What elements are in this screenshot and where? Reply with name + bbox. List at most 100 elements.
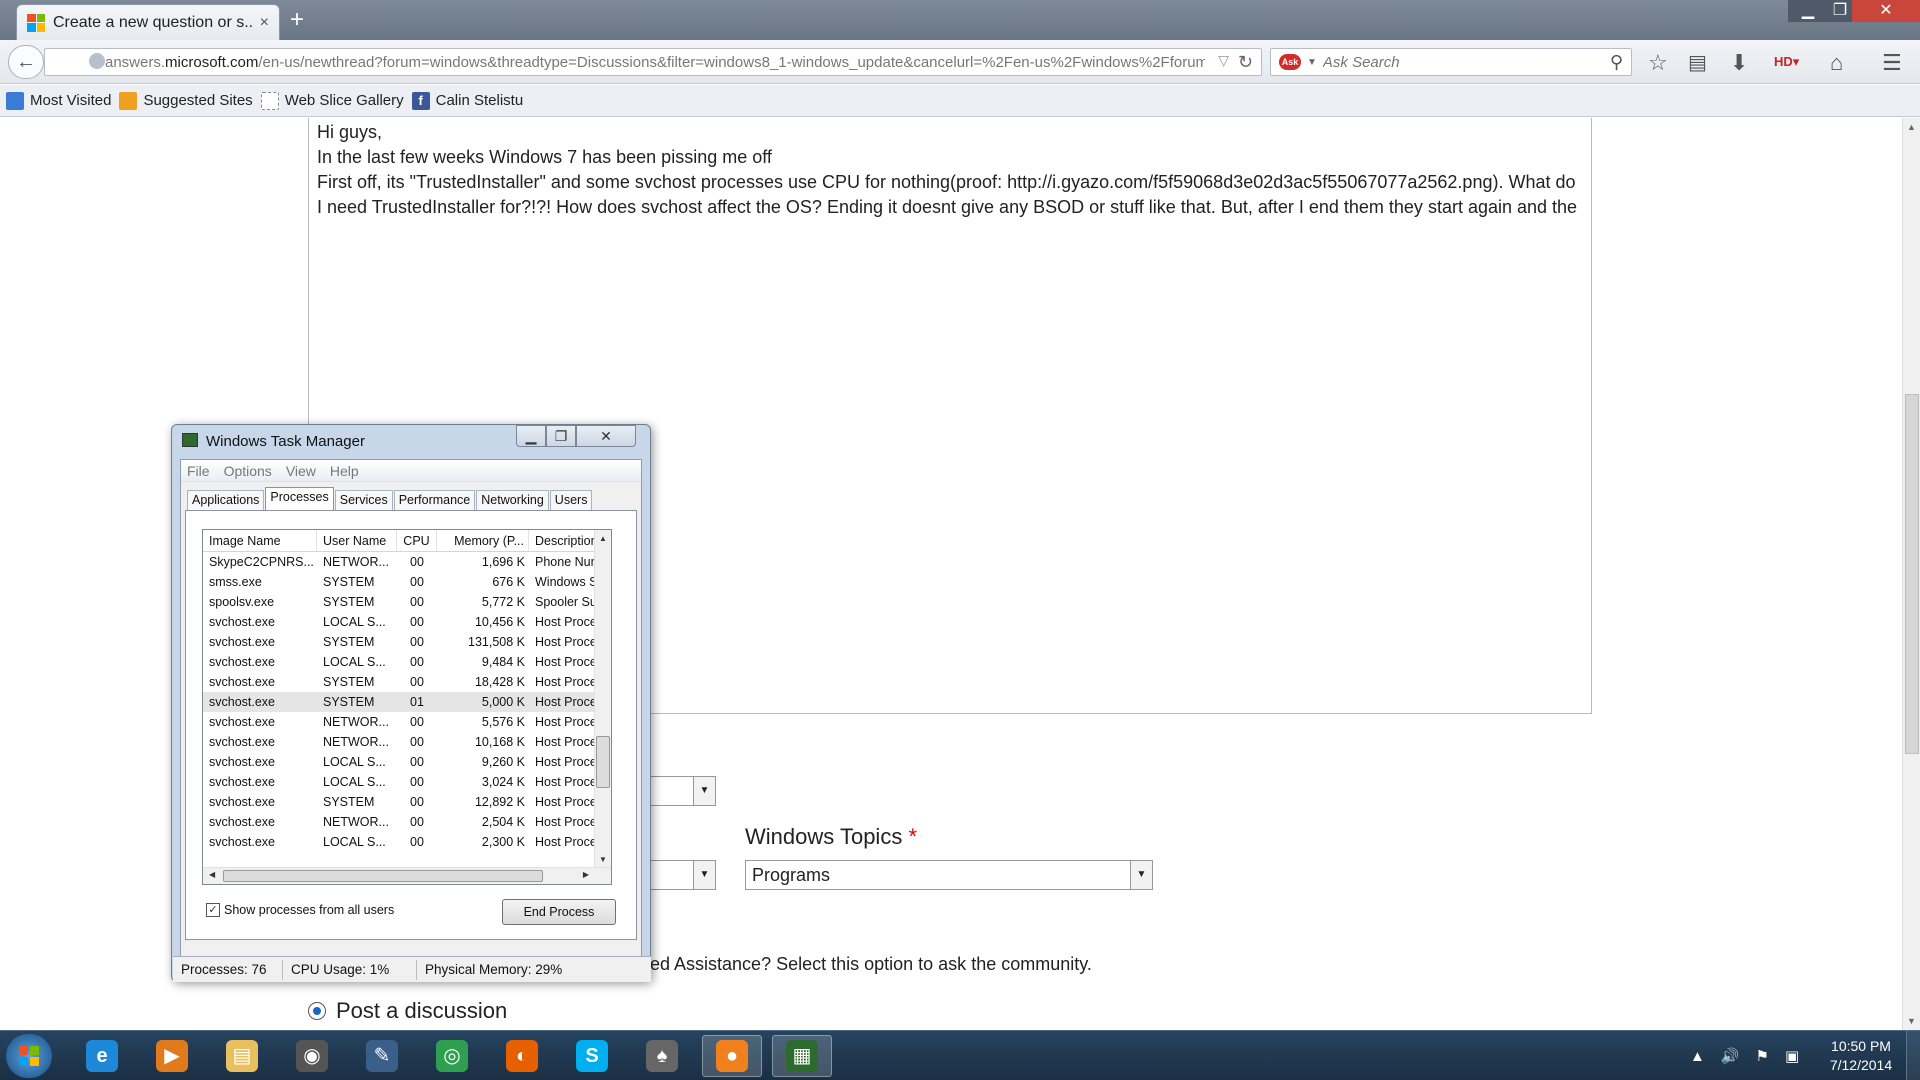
process-row[interactable]: svchost.exe LOCAL S... 00 3,024 K Host Proce — [203, 772, 611, 792]
taskbar-app-media-player[interactable]: ▶ — [142, 1035, 202, 1077]
tab-users[interactable]: Users — [549, 490, 593, 510]
bookmarks-menu-icon[interactable]: ▤ — [1688, 50, 1707, 75]
taskbar-app-notepad-app[interactable]: ✎ — [352, 1035, 412, 1077]
search-engine-dropdown-icon[interactable]: ▼ — [1307, 57, 1317, 68]
column-memory[interactable]: Memory (P... — [437, 530, 529, 551]
taskbar-app-skype[interactable]: S — [562, 1035, 622, 1077]
tm-minimize-button[interactable]: ▁ — [516, 425, 546, 447]
show-desktop-button[interactable] — [1906, 1031, 1920, 1080]
url-history-dropdown-icon[interactable]: ▽ — [1218, 52, 1229, 69]
back-button[interactable]: ← — [8, 45, 44, 79]
window-close-button[interactable]: ✕ — [1852, 0, 1920, 22]
column-image-name[interactable]: Image Name — [203, 530, 317, 551]
scroll-up-icon[interactable]: ▲ — [1907, 122, 1916, 132]
volume-icon[interactable]: 🔊 — [1721, 1047, 1740, 1065]
taskbar-app-chrome[interactable]: ◎ — [422, 1035, 482, 1077]
bookmark-most-visited[interactable]: Most Visited — [6, 91, 111, 110]
category-select[interactable]: ▼ — [650, 776, 716, 806]
bookmark-suggested-sites[interactable]: Suggested Sites — [119, 91, 253, 110]
site-identity-icon[interactable] — [89, 53, 105, 69]
taskbar-app-file-explorer[interactable]: ▤ — [212, 1035, 272, 1077]
bookmark-star-icon[interactable]: ☆ — [1648, 50, 1668, 76]
tab-performance[interactable]: Performance — [393, 490, 476, 510]
search-icon[interactable]: ⚲ — [1610, 52, 1623, 73]
process-list-vscrollbar[interactable]: ▲ ▼ — [594, 530, 611, 868]
process-row[interactable]: svchost.exe LOCAL S... 00 9,484 K Host Proce — [203, 652, 611, 672]
address-bar[interactable]: answers.microsoft.com/en-us/newthread?fo… — [44, 48, 1262, 76]
chevron-down-icon[interactable]: ▼ — [693, 861, 715, 889]
tab-networking[interactable]: Networking — [476, 490, 549, 510]
process-row[interactable]: smss.exe SYSTEM 00 676 K Windows S — [203, 572, 611, 592]
url-text[interactable]: answers.microsoft.com/en-us/newthread?fo… — [85, 54, 1205, 71]
action-center-icon[interactable]: ⚑ — [1756, 1047, 1769, 1065]
end-process-button[interactable]: End Process — [502, 899, 616, 925]
home-icon[interactable]: ⌂ — [1830, 50, 1843, 76]
process-row[interactable]: svchost.exe SYSTEM 00 131,508 K Host Proce — [203, 632, 611, 652]
show-all-processes-option[interactable]: ✓ Show processes from all users — [206, 903, 394, 917]
scroll-down-icon[interactable]: ▼ — [599, 855, 607, 864]
scroll-left-icon[interactable]: ◀ — [209, 870, 215, 879]
chevron-down-icon[interactable]: ▼ — [1130, 861, 1152, 889]
column-description[interactable]: Descriptior — [529, 530, 595, 551]
new-tab-button[interactable]: + — [290, 6, 304, 34]
show-hidden-icons-icon[interactable]: ▲ — [1690, 1048, 1705, 1065]
tm-close-button[interactable]: ✕ — [576, 425, 636, 447]
taskbar-app-task-manager-app[interactable]: ▦ — [772, 1035, 832, 1077]
start-button[interactable] — [6, 1034, 52, 1078]
ask-engine-icon[interactable]: Ask — [1279, 54, 1301, 70]
search-bar[interactable]: Ask ▼ ⚲ — [1270, 48, 1632, 76]
taskbar-app-cards-app[interactable]: ♠ — [632, 1035, 692, 1077]
scroll-right-icon[interactable]: ▶ — [583, 870, 589, 879]
menu-view[interactable]: View — [286, 463, 316, 479]
scrollbar-thumb[interactable] — [223, 870, 543, 882]
taskbar-app-firefox[interactable]: ◐ — [492, 1035, 552, 1077]
downloads-icon[interactable]: ⬇ — [1730, 50, 1748, 76]
reload-icon[interactable]: ↻ — [1238, 52, 1253, 73]
column-cpu[interactable]: CPU — [397, 530, 437, 551]
column-user-name[interactable]: User Name — [317, 530, 397, 551]
process-row[interactable]: svchost.exe SYSTEM 01 5,000 K Host Proce — [203, 692, 611, 712]
version-select[interactable]: ▼ — [650, 860, 716, 890]
search-input[interactable] — [1322, 53, 1610, 71]
menu-file[interactable]: File — [187, 463, 210, 479]
process-row[interactable]: SkypeC2CPNRS... NETWOR... 00 1,696 K Phone N… — [203, 552, 611, 572]
process-row[interactable]: svchost.exe NETWOR... 00 5,576 K Host Proce — [203, 712, 611, 732]
scrollbar-thumb[interactable] — [596, 736, 610, 788]
process-row[interactable]: svchost.exe NETWOR... 00 2,504 K Host Proce — [203, 812, 611, 832]
post-discussion-option[interactable]: Post a discussion — [308, 998, 507, 1024]
task-manager-titlebar[interactable]: Windows Task Manager ▁ ❐ ✕ — [172, 425, 650, 455]
tab-processes[interactable]: Processes — [265, 487, 334, 510]
process-list-hscrollbar[interactable]: ◀ ▶ — [203, 867, 611, 884]
hd-addon-icon[interactable]: HD▾ — [1774, 54, 1799, 70]
tab-services[interactable]: Services — [334, 490, 393, 510]
process-row[interactable]: svchost.exe LOCAL S... 00 9,260 K Host Proce — [203, 752, 611, 772]
process-list[interactable]: Image Name User Name CPU Memory (P... De… — [202, 529, 612, 885]
process-row[interactable]: svchost.exe NETWOR... 00 10,168 K Host Proce — [203, 732, 611, 752]
taskbar-app-orange-app[interactable]: ● — [702, 1035, 762, 1077]
menu-icon[interactable]: ☰ — [1882, 50, 1902, 76]
post-discussion-radio[interactable] — [308, 1002, 326, 1020]
taskbar-app-camera-app[interactable]: ◉ — [282, 1035, 342, 1077]
process-row[interactable]: svchost.exe LOCAL S... 00 10,456 K Host Proc… — [203, 612, 611, 632]
chevron-down-icon[interactable]: ▼ — [693, 777, 715, 805]
system-clock[interactable]: 10:50 PM 7/12/2014 — [1818, 1037, 1904, 1075]
scroll-up-icon[interactable]: ▲ — [599, 534, 607, 543]
menu-help[interactable]: Help — [330, 463, 359, 479]
process-row[interactable]: svchost.exe LOCAL S... 00 2,300 K Host Proce — [203, 832, 611, 852]
scroll-down-icon[interactable]: ▼ — [1907, 1016, 1916, 1026]
show-all-checkbox[interactable]: ✓ — [206, 903, 220, 917]
scrollbar-thumb[interactable] — [1905, 394, 1919, 754]
tab-close-icon[interactable]: × — [260, 14, 269, 32]
taskbar-app-internet-explorer[interactable]: e — [72, 1035, 132, 1077]
browser-tab[interactable]: Create a new question or s... × — [16, 4, 280, 40]
process-row[interactable]: svchost.exe SYSTEM 00 12,892 K Host Proce — [203, 792, 611, 812]
page-scrollbar[interactable]: ▲ ▼ — [1902, 118, 1920, 1030]
bookmark-calin-stelistu[interactable]: f Calin Stelistu — [411, 91, 523, 110]
windows-topics-select[interactable]: Programs ▼ — [745, 860, 1153, 890]
process-row[interactable]: spoolsv.exe SYSTEM 00 5,772 K Spooler Su — [203, 592, 611, 612]
menu-options[interactable]: Options — [224, 463, 272, 479]
tab-applications[interactable]: Applications — [187, 490, 265, 510]
process-row[interactable]: svchost.exe SYSTEM 00 18,428 K Host Proce — [203, 672, 611, 692]
bookmark-web-slice-gallery[interactable]: Web Slice Gallery — [260, 91, 404, 110]
tm-maximize-button[interactable]: ❐ — [546, 425, 576, 447]
